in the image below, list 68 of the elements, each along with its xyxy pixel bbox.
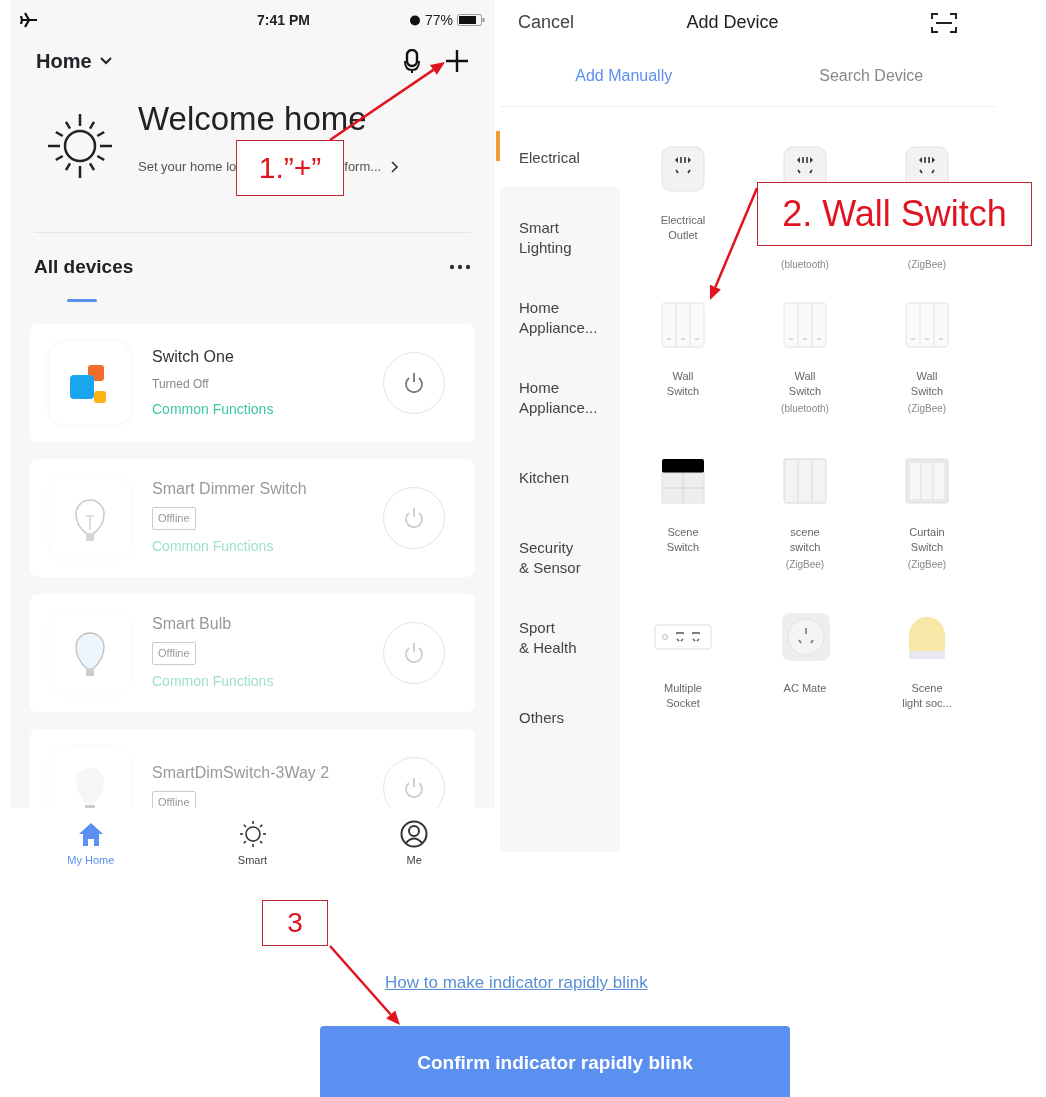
alarm-icon	[408, 14, 421, 26]
welcome-title: Welcome home	[138, 102, 368, 135]
airplane-icon	[20, 12, 38, 28]
tab-bar-item[interactable]: Me	[333, 808, 495, 880]
annotation-callout: 1.”+”	[236, 140, 344, 196]
chevron-right-icon	[391, 160, 400, 173]
battery-icon	[457, 14, 485, 26]
category-item[interactable]: Smart Lighting	[500, 187, 620, 267]
device-type-item[interactable]: scene switch (ZigBee)	[744, 455, 866, 611]
device-type-item[interactable]: Multiple Socket	[622, 611, 744, 767]
selection-marker	[496, 131, 500, 161]
section-title: All devices	[34, 255, 134, 279]
category-item[interactable]: Security & Sensor	[500, 507, 620, 587]
power-icon	[404, 506, 424, 529]
category-item[interactable]: Home Appliance...	[500, 267, 620, 347]
wall-switch-icon	[780, 299, 830, 351]
offline-badge: Offline	[152, 642, 196, 665]
power-icon	[404, 371, 424, 394]
device-type-item[interactable]: Wall Switch (bluetooth)	[744, 299, 866, 455]
status-time: 7:41 PM	[257, 10, 310, 30]
device-type-item[interactable]: Wall Switch	[622, 299, 744, 455]
location-prompt[interactable]: form...	[344, 157, 382, 177]
category-item[interactable]: Sport & Health	[500, 587, 620, 667]
wall-switch-icon	[902, 299, 952, 351]
annotation-callout: 2. Wall Switch	[757, 182, 1032, 246]
tab-indicator	[67, 298, 97, 302]
confirm-button[interactable]: Confirm indicator rapidly blink	[320, 1025, 790, 1097]
plus-icon[interactable]	[445, 49, 469, 73]
tab-bar-item[interactable]: My Home	[10, 808, 172, 880]
outlet-icon	[658, 143, 708, 195]
power-icon	[404, 776, 424, 799]
device-type-item[interactable]: Electrical Outlet	[622, 143, 744, 299]
more-icon[interactable]	[449, 264, 471, 271]
scan-icon[interactable]	[931, 11, 957, 34]
wall-switch-icon	[658, 299, 708, 351]
curtain-switch-icon	[902, 455, 952, 507]
tab-bar-item[interactable]: Smart	[171, 808, 334, 880]
home-selector[interactable]: Home	[36, 46, 112, 76]
device-name: Smart Dimmer Switch	[152, 479, 308, 500]
switch-panel-icon	[780, 455, 830, 507]
chevron-down-icon	[99, 57, 112, 65]
profile-icon	[400, 819, 429, 848]
microphone-icon[interactable]	[403, 49, 421, 73]
annotation-callout: 3	[262, 900, 328, 946]
sun-icon	[46, 112, 114, 180]
device-status: Turned Off	[152, 375, 210, 393]
sun-icon	[238, 819, 267, 848]
screen-title: Add Device	[686, 11, 779, 34]
device-type-item[interactable]: Wall Switch (ZigBee)	[866, 299, 988, 455]
power-icon	[404, 641, 424, 664]
tab[interactable]: Search Device	[747, 45, 995, 106]
device-name: Switch One	[152, 346, 235, 367]
device-type-item[interactable]: Curtain Switch (ZigBee)	[866, 455, 988, 611]
category-item[interactable]: Kitchen	[500, 427, 620, 507]
device-type-item[interactable]: Scene Switch	[622, 455, 744, 611]
location-prompt[interactable]: Set your home lo	[138, 157, 237, 177]
category-item[interactable]: Home Appliance...	[500, 347, 620, 427]
device-type-item[interactable]: AC Mate	[744, 611, 866, 767]
tab[interactable]: Add Manually	[500, 45, 748, 106]
device-name: Smart Bulb	[152, 614, 233, 635]
battery-percent: 77%	[424, 10, 453, 30]
help-link[interactable]: How to make indicator rapidly blink	[385, 970, 648, 996]
device-type-item[interactable]: Scene light soc...	[866, 611, 988, 767]
offline-badge: Offline	[152, 507, 196, 530]
device-name: SmartDimSwitch-3Way 2	[152, 763, 331, 784]
category-item[interactable]: Others	[500, 667, 620, 747]
socket-icon	[780, 611, 830, 663]
cancel-button[interactable]: Cancel	[518, 9, 575, 36]
